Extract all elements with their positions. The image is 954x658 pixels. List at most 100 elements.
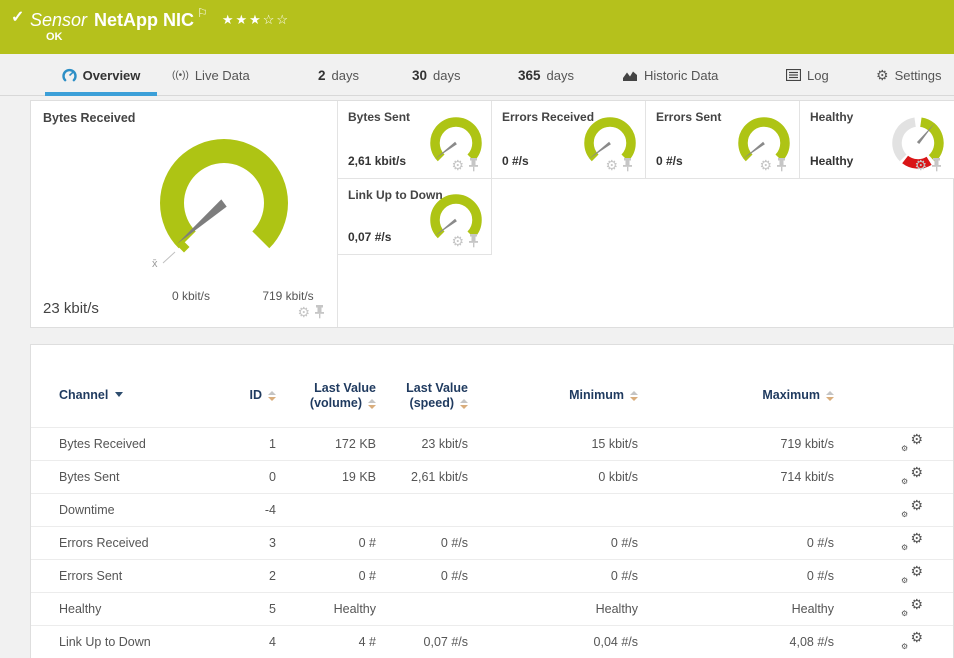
primary-gauge-chart: x̄: [144, 125, 304, 285]
last-value-speed: 0 #/s: [376, 526, 468, 559]
pin-icon[interactable]: [622, 158, 633, 172]
gauge-value: 0,07 #/s: [348, 230, 391, 244]
gauge-value: Healthy: [810, 154, 853, 168]
last-value-speed: [376, 493, 468, 526]
sort-icon[interactable]: [630, 391, 638, 401]
channel-settings-icon[interactable]: ⚙⚙: [901, 632, 923, 649]
maximum-value: 0 #/s: [638, 526, 834, 559]
page-title: NetApp NIC: [94, 10, 194, 30]
tab-label: days: [433, 68, 460, 83]
last-value-volume: 4 #: [276, 625, 376, 658]
channel-settings-icon[interactable]: ⚙⚙: [901, 434, 923, 451]
table-header-row: Channel ID Last Value (volume) Last Valu…: [31, 345, 954, 427]
table-row: Downtime -4 ⚙⚙: [31, 493, 954, 526]
sort-icon[interactable]: [368, 399, 376, 409]
pin-icon[interactable]: [776, 158, 787, 172]
gauge-value: 2,61 kbit/s: [348, 154, 406, 168]
channel-name: Errors Sent: [31, 559, 216, 592]
table-row: Bytes Received 1 172 KB 23 kbit/s 15 kbi…: [31, 427, 954, 460]
channel-name: Downtime: [31, 493, 216, 526]
gauge-settings-gear-icon[interactable]: ⚙: [297, 305, 310, 319]
last-value-speed: 0,07 #/s: [376, 625, 468, 658]
gauge-value: 0 #/s: [502, 154, 529, 168]
sort-icon[interactable]: [460, 399, 468, 409]
sort-desc-icon[interactable]: [115, 392, 123, 397]
channel-id: 4: [216, 625, 276, 658]
minimum-value: Healthy: [468, 592, 638, 625]
col-header-id[interactable]: ID: [216, 345, 276, 427]
tab-2-days[interactable]: 2 days: [318, 54, 359, 96]
object-type-label: Sensor: [30, 10, 87, 30]
sensor-title-line: Sensor NetApp NIC⚐ ★★★☆☆: [30, 6, 290, 31]
sort-icon[interactable]: [826, 391, 834, 401]
gauge-settings-gear-icon[interactable]: ⚙: [759, 158, 772, 172]
gauge-icon: [62, 68, 77, 83]
tab-settings[interactable]: ⚙ Settings: [876, 54, 942, 96]
channel-id: -4: [216, 493, 276, 526]
flag-icon[interactable]: ⚐: [197, 6, 208, 20]
tab-number: 2: [318, 68, 326, 83]
primary-gauge-panel: Bytes Received x̄ 0 kbit/s 719 kbit/s 23…: [31, 101, 338, 327]
tab-label: Historic Data: [644, 68, 718, 83]
tab-label: days: [332, 68, 359, 83]
last-value-volume: 0 #: [276, 526, 376, 559]
tab-overview[interactable]: Overview: [45, 54, 157, 96]
channel-settings-icon[interactable]: ⚙⚙: [901, 500, 923, 517]
channel-table: Channel ID Last Value (volume) Last Valu…: [31, 345, 954, 658]
pin-icon[interactable]: [468, 234, 479, 248]
priority-stars[interactable]: ★★★☆☆: [222, 12, 290, 27]
tab-number: 365: [518, 68, 541, 83]
gauge-scale-max: 719 kbit/s: [248, 289, 328, 303]
channel-name: Bytes Sent: [31, 460, 216, 493]
col-header-last-value-volume[interactable]: Last Value (volume): [276, 345, 376, 427]
pin-icon[interactable]: [468, 158, 479, 172]
tab-label: Live Data: [195, 68, 250, 83]
channel-settings-icon[interactable]: ⚙⚙: [901, 599, 923, 616]
minimum-value: 0 #/s: [468, 559, 638, 592]
minimum-value: 0,04 #/s: [468, 625, 638, 658]
last-value-volume: 19 KB: [276, 460, 376, 493]
col-header-last-value-speed[interactable]: Last Value (speed): [376, 345, 468, 427]
gauge-settings-gear-icon[interactable]: ⚙: [451, 234, 464, 248]
tab-label: Log: [807, 68, 829, 83]
gauge-panel-link-up-to-down: Link Up to Down 0,07 #/s ⚙: [338, 179, 492, 255]
minimum-value: [468, 493, 638, 526]
gauge-panel-bytes-sent: Bytes Sent 2,61 kbit/s ⚙: [338, 101, 492, 179]
sort-icon[interactable]: [268, 391, 276, 401]
gauge-title: Errors Sent: [656, 110, 721, 124]
channel-id: 0: [216, 460, 276, 493]
tab-365-days[interactable]: 365 days: [518, 54, 574, 96]
tab-bar: Overview ((•)) Live Data 2 days 30 days …: [0, 54, 954, 96]
channel-table-panel: Channel ID Last Value (volume) Last Valu…: [30, 344, 954, 658]
gauge-title: Bytes Sent: [348, 110, 410, 124]
gauge-settings-gear-icon[interactable]: ⚙: [451, 158, 464, 172]
log-icon: [786, 69, 801, 81]
last-value-speed: 2,61 kbit/s: [376, 460, 468, 493]
average-marker: x̄: [152, 258, 158, 270]
channel-id: 2: [216, 559, 276, 592]
pin-icon[interactable]: [931, 158, 942, 172]
tab-30-days[interactable]: 30 days: [412, 54, 461, 96]
channel-id: 5: [216, 592, 276, 625]
channel-name: Healthy: [31, 592, 216, 625]
col-header-minimum[interactable]: Minimum: [468, 345, 638, 427]
channel-settings-icon[interactable]: ⚙⚙: [901, 467, 923, 484]
col-header-channel[interactable]: Channel: [31, 345, 216, 427]
gauge-settings-gear-icon[interactable]: ⚙: [605, 158, 618, 172]
channel-settings-icon[interactable]: ⚙⚙: [901, 566, 923, 583]
channel-name: Errors Received: [31, 526, 216, 559]
tab-live-data[interactable]: ((•)) Live Data: [172, 54, 250, 96]
maximum-value: Healthy: [638, 592, 834, 625]
gauge-settings-gear-icon[interactable]: ⚙: [914, 158, 927, 172]
tab-historic-data[interactable]: Historic Data: [622, 54, 718, 96]
channel-name: Link Up to Down: [31, 625, 216, 658]
tab-log[interactable]: Log: [786, 54, 829, 96]
live-data-icon: ((•)): [172, 70, 189, 81]
pin-icon[interactable]: [314, 305, 325, 319]
maximum-value: 4,08 #/s: [638, 625, 834, 658]
tab-label: Overview: [83, 68, 141, 83]
last-value-volume: 0 #: [276, 559, 376, 592]
col-header-maximum[interactable]: Maximum: [638, 345, 834, 427]
channel-settings-icon[interactable]: ⚙⚙: [901, 533, 923, 550]
maximum-value: 714 kbit/s: [638, 460, 834, 493]
